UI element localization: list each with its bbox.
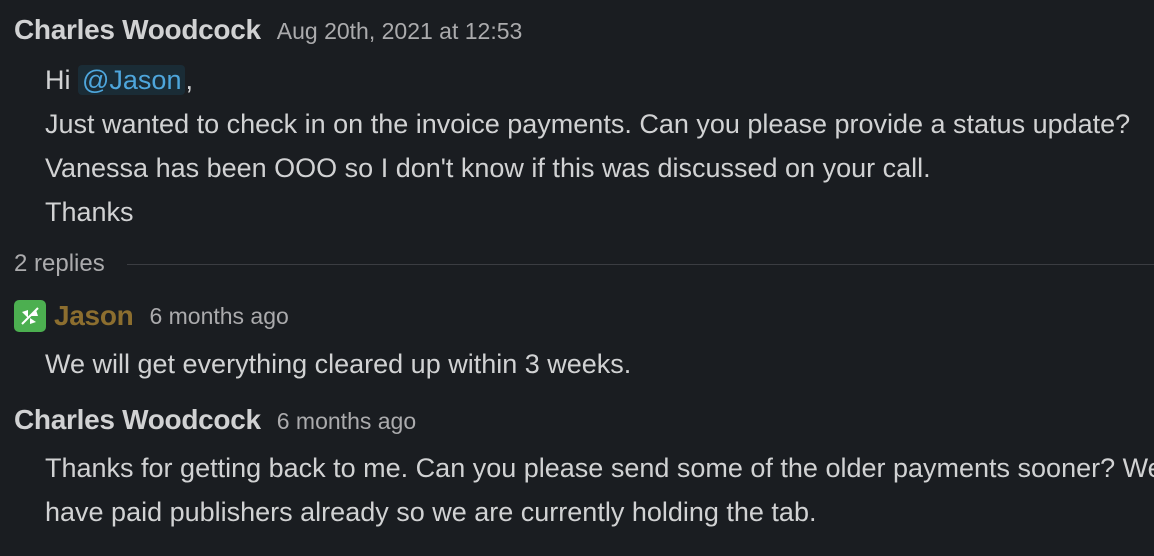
message-item: Charles Woodcock Aug 20th, 2021 at 12:53… [14,14,1130,227]
greeting-text: Hi [45,65,78,95]
user-mention[interactable]: @Jason [78,65,186,95]
message-timestamp[interactable]: Aug 20th, 2021 at 12:53 [277,18,523,45]
message-paragraph: We will get everything cleared up within… [45,349,632,379]
message-item: Charles Woodcock 6 months ago Thanks for… [14,404,1154,527]
message-item: Jason 6 months ago We will get everythin… [14,300,631,379]
message-paragraph: Thanks for getting back to me. Can you p… [45,453,1154,527]
message-header: Jason 6 months ago [14,300,289,332]
author-name[interactable]: Charles Woodcock [14,14,261,46]
divider-line [126,263,1154,265]
message-body: Thanks for getting back to me. Can you p… [14,446,1154,534]
message-greeting-line: Hi @Jason, [45,58,1154,102]
message-paragraph: Thanks [45,197,134,227]
message-timestamp[interactable]: 6 months ago [149,303,288,330]
greeting-suffix: , [185,65,193,95]
bot-leaf-icon[interactable] [14,300,46,332]
message-header: Charles Woodcock Aug 20th, 2021 at 12:53 [14,14,522,46]
message-body: Hi @Jason, Just wanted to check in on th… [14,58,1154,234]
message-body: We will get everything cleared up within… [14,342,1154,386]
message-timestamp[interactable]: 6 months ago [277,408,416,435]
author-name[interactable]: Jason [54,300,134,332]
replies-divider: 2 replies [14,250,1154,278]
replies-count[interactable]: 2 replies [14,250,105,278]
message-paragraph: Just wanted to check in on the invoice p… [45,109,1131,183]
message-header: Charles Woodcock 6 months ago [14,404,416,436]
author-name[interactable]: Charles Woodcock [14,404,261,436]
